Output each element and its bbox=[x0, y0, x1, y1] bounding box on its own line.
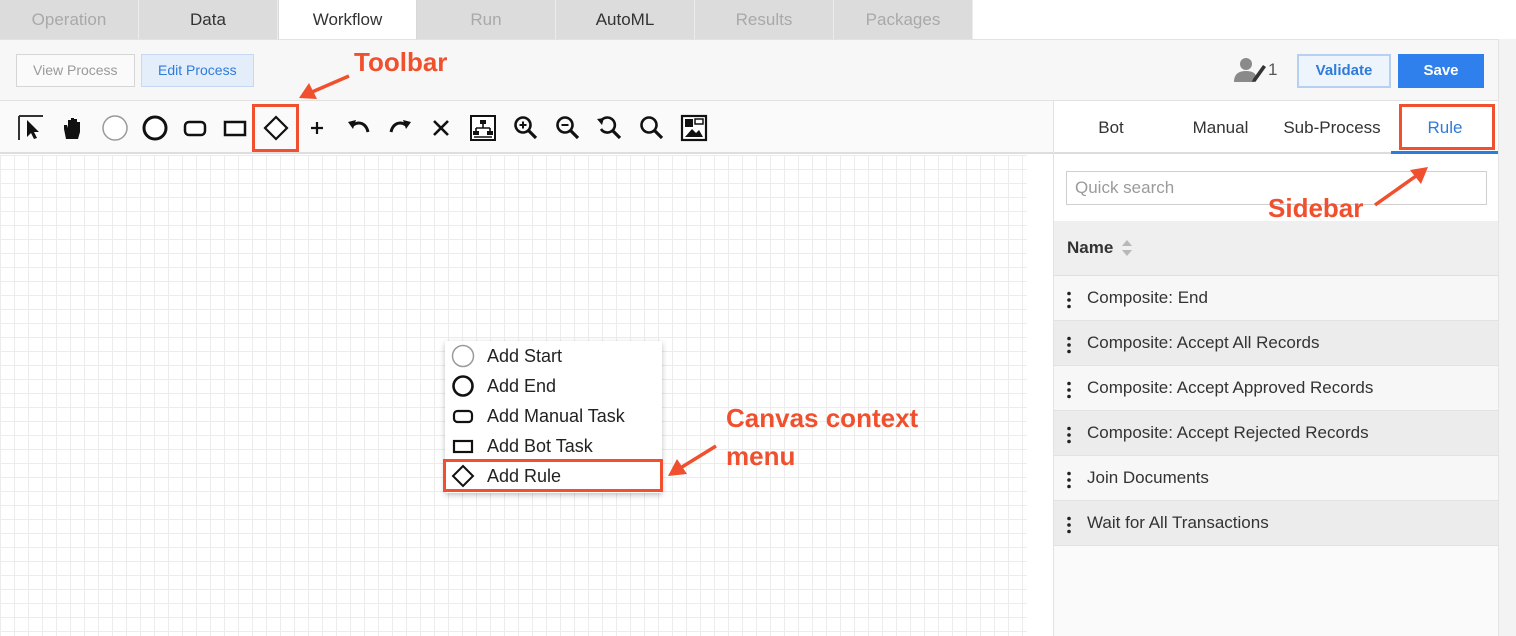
manual-task-icon[interactable] bbox=[181, 114, 209, 142]
name-column-header[interactable]: Name bbox=[1054, 221, 1499, 276]
list-item[interactable]: Composite: Accept Approved Records bbox=[1054, 366, 1499, 411]
app-window: Operation Data Workflow Run AutoML Resul… bbox=[0, 0, 1516, 636]
zoom-out-icon[interactable] bbox=[554, 114, 582, 142]
more-options-icon[interactable] bbox=[1067, 471, 1071, 489]
zoom-reset-icon[interactable] bbox=[596, 114, 624, 142]
auto-layout-icon[interactable] bbox=[469, 114, 497, 142]
end-circle-icon bbox=[451, 374, 475, 398]
process-header: View Process Edit Process 1 Validate Sav… bbox=[0, 39, 1498, 101]
menu-item-label: Add Manual Task bbox=[487, 406, 625, 426]
more-options-icon[interactable] bbox=[1067, 291, 1071, 309]
pointer-tool-icon[interactable] bbox=[17, 114, 45, 142]
edit-process-button[interactable]: Edit Process bbox=[141, 54, 254, 87]
toolbar-annotation: Toolbar bbox=[354, 47, 448, 77]
list-item[interactable]: Join Documents bbox=[1054, 456, 1499, 501]
view-process-button[interactable]: View Process bbox=[16, 54, 135, 87]
user-edit-icon bbox=[1234, 58, 1266, 82]
manual-task-icon bbox=[451, 404, 475, 428]
sidebar-annotation: Sidebar bbox=[1268, 193, 1364, 223]
more-options-icon[interactable] bbox=[1067, 381, 1071, 399]
list-item[interactable]: Composite: Accept Rejected Records bbox=[1054, 411, 1499, 456]
menu-item-add-bot-task[interactable]: Add Bot Task bbox=[445, 431, 662, 461]
toolbar bbox=[0, 101, 1053, 154]
list-item-label: Wait for All Transactions bbox=[1087, 513, 1269, 532]
column-header-label: Name bbox=[1067, 238, 1114, 257]
list-item-label: Composite: End bbox=[1087, 288, 1208, 307]
menu-item-label: Add Bot Task bbox=[487, 436, 593, 456]
validate-button[interactable]: Validate bbox=[1297, 54, 1391, 88]
top-tabs: Operation Data Workflow Run AutoML Resul… bbox=[0, 0, 973, 39]
list-item-label: Composite: Accept Rejected Records bbox=[1087, 423, 1369, 442]
hand-pan-icon[interactable] bbox=[59, 114, 87, 142]
add-rule-highlight-box bbox=[443, 459, 663, 492]
bot-task-icon bbox=[451, 434, 475, 458]
list-item[interactable]: Composite: End bbox=[1054, 276, 1499, 321]
start-event-icon[interactable] bbox=[101, 114, 129, 142]
tab-packages: Packages bbox=[834, 0, 973, 39]
sort-icon bbox=[1122, 240, 1132, 256]
canvas-gutter bbox=[1027, 155, 1053, 636]
menu-item-label: Add Start bbox=[487, 346, 563, 366]
user-count: 1 bbox=[1268, 60, 1278, 79]
list-item-label: Composite: Accept Approved Records bbox=[1087, 378, 1374, 397]
zoom-in-icon[interactable] bbox=[512, 114, 540, 142]
redo-icon[interactable] bbox=[386, 114, 414, 142]
tab-data[interactable]: Data bbox=[139, 0, 278, 39]
more-options-icon[interactable] bbox=[1067, 426, 1071, 444]
add-icon[interactable] bbox=[303, 114, 331, 142]
tab-workflow[interactable]: Workflow bbox=[278, 0, 417, 39]
more-options-icon[interactable] bbox=[1067, 336, 1071, 354]
tab-operation: Operation bbox=[0, 0, 139, 39]
active-users[interactable]: 1 bbox=[1234, 57, 1284, 83]
bot-task-icon[interactable] bbox=[221, 114, 249, 142]
sidebar: Bot Manual Sub-Process Rule Name Composi… bbox=[1053, 101, 1499, 636]
undo-icon[interactable] bbox=[345, 114, 373, 142]
fit-image-icon[interactable] bbox=[680, 114, 708, 142]
tab-run: Run bbox=[417, 0, 556, 39]
menu-item-add-manual-task[interactable]: Add Manual Task bbox=[445, 401, 662, 431]
sidebar-tab-sub-process[interactable]: Sub-Process bbox=[1273, 101, 1391, 154]
canvas-menu-annotation-line2: menu bbox=[726, 441, 796, 471]
list-item-label: Join Documents bbox=[1087, 468, 1209, 487]
delete-icon[interactable] bbox=[427, 114, 455, 142]
rule-list: Composite: End Composite: Accept All Rec… bbox=[1054, 276, 1499, 546]
menu-item-label: Add End bbox=[487, 376, 557, 396]
end-event-icon[interactable] bbox=[141, 114, 169, 142]
list-item[interactable]: Wait for All Transactions bbox=[1054, 501, 1499, 546]
canvas-menu-annotation-line1: Canvas context bbox=[726, 403, 919, 433]
menu-item-add-start[interactable]: Add Start bbox=[445, 341, 662, 371]
sidebar-tab-manual[interactable]: Manual bbox=[1168, 101, 1273, 154]
start-circle-icon bbox=[451, 344, 475, 368]
menu-item-add-end[interactable]: Add End bbox=[445, 371, 662, 401]
tab-automl[interactable]: AutoML bbox=[556, 0, 695, 39]
list-item-label: Composite: Accept All Records bbox=[1087, 333, 1320, 352]
more-options-icon[interactable] bbox=[1067, 516, 1071, 534]
tabstrip-fill bbox=[975, 0, 1516, 39]
sidebar-tab-bot[interactable]: Bot bbox=[1054, 101, 1168, 154]
vertical-scrollbar[interactable] bbox=[1498, 39, 1516, 636]
list-item[interactable]: Composite: Accept All Records bbox=[1054, 321, 1499, 366]
rule-tab-highlight-box bbox=[1399, 104, 1495, 150]
zoom-search-icon[interactable] bbox=[638, 114, 666, 142]
tab-results: Results bbox=[695, 0, 834, 39]
toolbar-highlight-box bbox=[252, 104, 299, 152]
save-button[interactable]: Save bbox=[1398, 54, 1484, 88]
